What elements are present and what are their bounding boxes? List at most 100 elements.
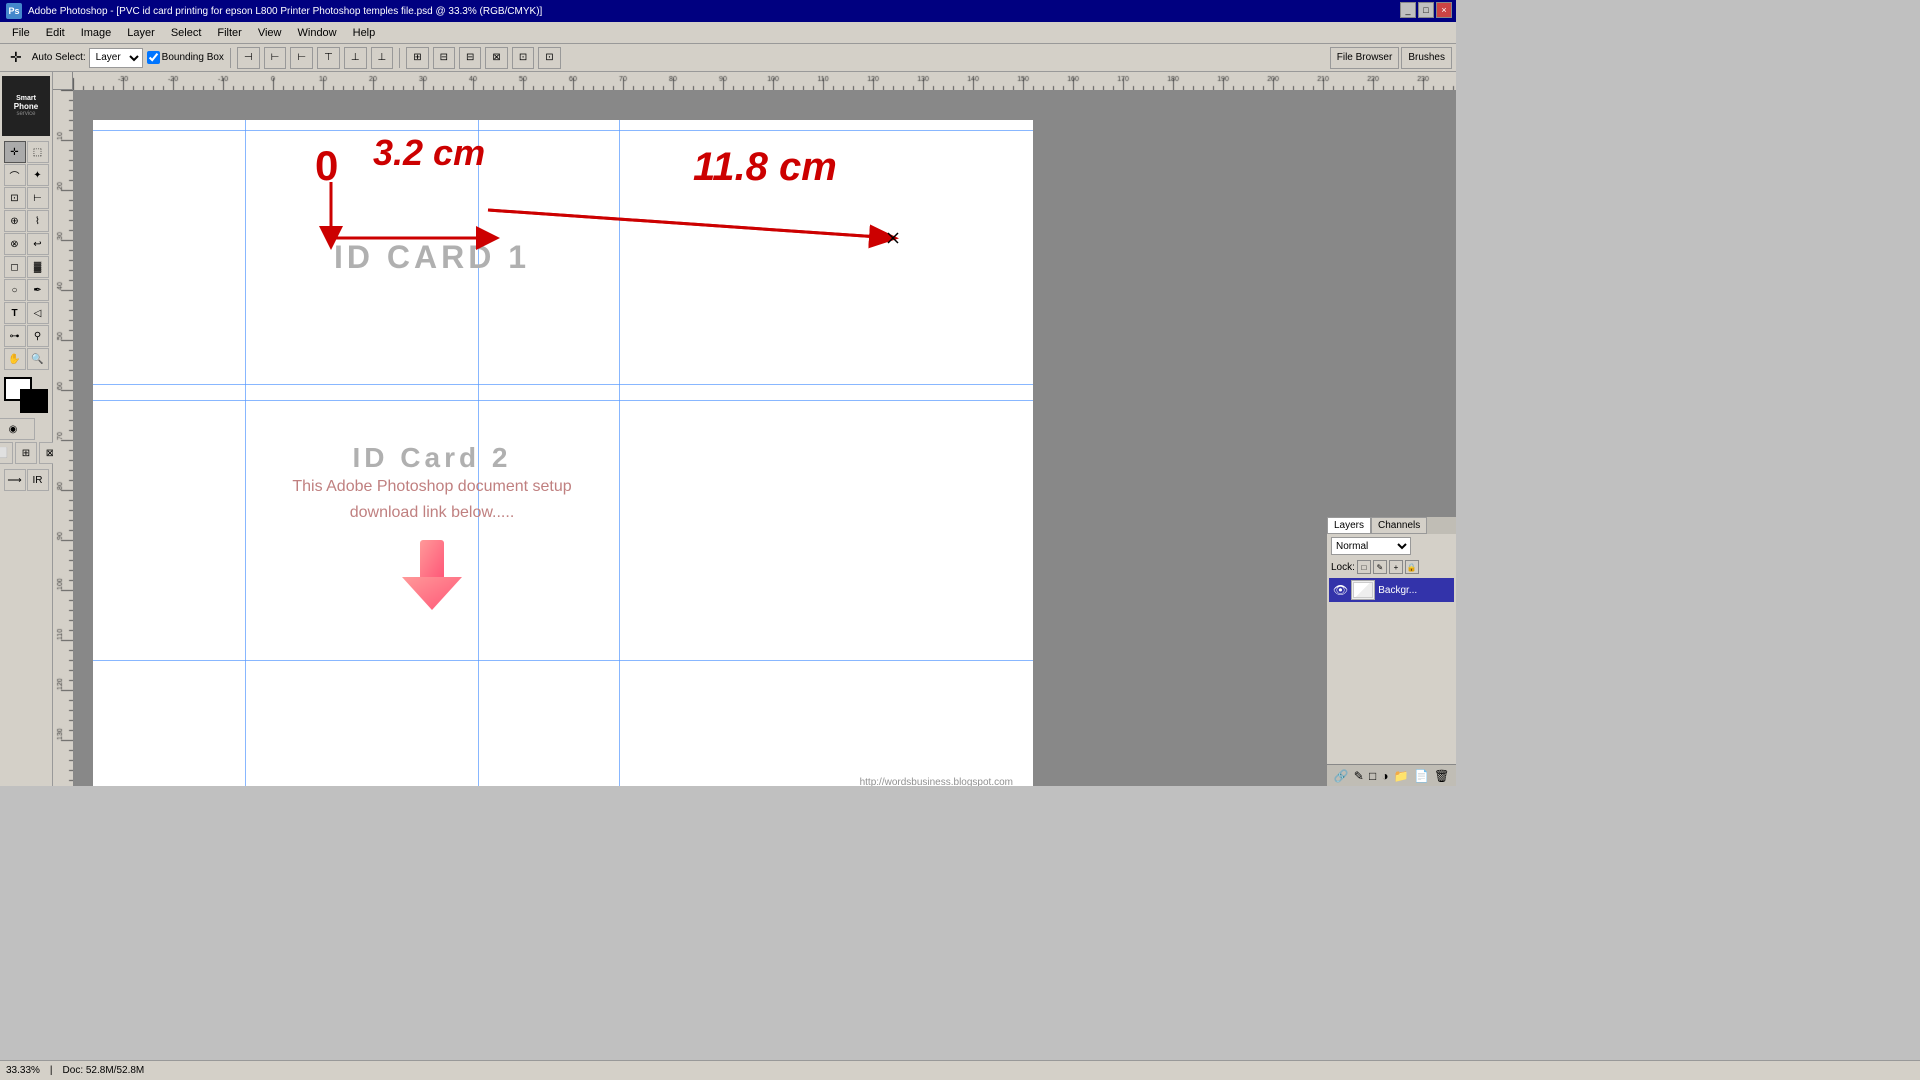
layers-tab[interactable]: Layers	[1327, 517, 1371, 534]
layer-background[interactable]: 👁 Backgr...	[1329, 578, 1454, 602]
new-layer-icon[interactable]: 📄	[1414, 769, 1429, 783]
layers-panel: Layers Channels Normal Multiply Screen O…	[1326, 516, 1456, 786]
minimize-button[interactable]: _	[1400, 2, 1416, 18]
move-tool[interactable]: ✛	[4, 141, 26, 163]
card1-label: ID CARD 1	[334, 239, 530, 276]
foreground-color[interactable]	[20, 389, 48, 413]
document: ID CARD 1 ID Card 2 This Adobe Photoshop…	[93, 120, 1033, 786]
layer-name: Backgr...	[1378, 585, 1417, 596]
bounding-box-checkbox[interactable]	[147, 51, 160, 64]
layer-style-icon[interactable]: ✎	[1354, 769, 1364, 783]
status-bar: 33.33% | Doc: 52.8M/52.8M	[0, 1060, 1920, 1080]
lock-all-icon[interactable]: 🔒	[1405, 560, 1419, 574]
delete-layer-icon[interactable]: 🗑	[1434, 769, 1449, 783]
layer-mask-icon[interactable]: □	[1369, 769, 1376, 783]
imageready-icon[interactable]: IR	[27, 469, 49, 491]
align-bottom-button[interactable]: ⊥	[371, 47, 394, 69]
slice-tool[interactable]: ⊢	[27, 187, 49, 209]
stamp-tool[interactable]: ⊗	[4, 233, 26, 255]
distribute-top-button[interactable]: ⊠	[485, 47, 507, 69]
move-tool-icon: ✛	[4, 47, 28, 69]
channels-tab[interactable]: Channels	[1371, 517, 1427, 534]
distribute-right-button[interactable]: ⊟	[459, 47, 481, 69]
lock-position-icon[interactable]: +	[1389, 560, 1403, 574]
history-tool[interactable]: ↩	[27, 233, 49, 255]
maximize-button[interactable]: □	[1418, 2, 1434, 18]
distribute-bottom-button[interactable]: ⊡	[538, 47, 560, 69]
layers-tabs: Layers Channels	[1327, 517, 1456, 534]
zoom-level: 33.33%	[6, 1065, 40, 1076]
brushes-tab[interactable]: Brushes	[1401, 47, 1452, 69]
overlay-line1: http://wordsbusiness.blogspot.com	[860, 777, 1013, 786]
brush-tool[interactable]: ⌇	[27, 210, 49, 232]
distribute-left-button[interactable]: ⊞	[406, 47, 428, 69]
auto-select-dropdown[interactable]: Layer Group	[89, 48, 143, 68]
menu-filter[interactable]: Filter	[209, 25, 249, 41]
gradient-tool[interactable]: ▓	[27, 256, 49, 278]
heal-tool[interactable]: ⊕	[4, 210, 26, 232]
selection-tool[interactable]: ⬚	[27, 141, 49, 163]
type-tool[interactable]: T	[4, 302, 26, 324]
notes-tool[interactable]: ⚲	[27, 325, 49, 347]
canvas-area[interactable]: ID CARD 1 ID Card 2 This Adobe Photoshop…	[53, 72, 1456, 786]
close-button[interactable]: ×	[1436, 2, 1452, 18]
jump-to-icon[interactable]: ⟶	[4, 469, 26, 491]
distribute-middle-button[interactable]: ⊡	[512, 47, 534, 69]
eraser-tool[interactable]: ◻	[4, 256, 26, 278]
color-selector[interactable]	[4, 377, 48, 413]
path-tool[interactable]: ◁	[27, 302, 49, 324]
menu-help[interactable]: Help	[345, 25, 384, 41]
card2-sublabel-2: download link below.....	[330, 500, 535, 526]
layer-adjustment-icon[interactable]: ◑	[1381, 769, 1388, 783]
quick-mask-icon[interactable]: ◉	[0, 418, 35, 440]
tool-row-8: T ◁	[4, 302, 49, 324]
lock-image-icon[interactable]: ✎	[1373, 560, 1387, 574]
menu-edit[interactable]: Edit	[38, 25, 73, 41]
menu-select[interactable]: Select	[163, 25, 210, 41]
bounding-box-label: Bounding Box	[147, 51, 224, 64]
lasso-tool[interactable]: ⌒	[4, 164, 26, 186]
layer-link-icon[interactable]: 🔗	[1334, 769, 1349, 783]
fullscreen-icon[interactable]: ⊞	[15, 442, 37, 464]
toolbar-separator	[230, 48, 231, 68]
align-middle-v-button[interactable]: ⊥	[344, 47, 367, 69]
crop-tool[interactable]: ⊡	[4, 187, 26, 209]
distribute-center-button[interactable]: ⊟	[433, 47, 455, 69]
eyedropper-tool[interactable]: ⊶	[4, 325, 26, 347]
ruler-h-canvas	[73, 72, 1456, 90]
view-mode-icons: ◉ ⬜ ⊞ ⊠	[0, 418, 61, 464]
ruler-v-canvas	[53, 90, 73, 786]
canvas-scroll[interactable]: ID CARD 1 ID Card 2 This Adobe Photoshop…	[73, 90, 1456, 786]
layer-visibility-icon[interactable]: 👁	[1333, 583, 1348, 597]
menu-view[interactable]: View	[250, 25, 290, 41]
blend-mode-row: Normal Multiply Screen Overlay	[1327, 534, 1456, 558]
app-icon: Ps	[6, 3, 22, 19]
standard-screen-icon[interactable]: ⬜	[0, 442, 13, 464]
toolbox-logo: Smart Phone service	[2, 76, 50, 136]
tool-row-2: ⌒ ✦	[4, 164, 49, 186]
align-top-button[interactable]: ⊤	[317, 47, 340, 69]
tool-row-4: ⊕ ⌇	[4, 210, 49, 232]
hand-tool[interactable]: ✋	[4, 348, 26, 370]
tool-row-9: ⊶ ⚲	[4, 325, 49, 347]
tool-row-1: ✛ ⬚	[4, 141, 49, 163]
menu-image[interactable]: Image	[73, 25, 120, 41]
id-card-2: ID Card 2 This Adobe Photoshop document …	[245, 400, 619, 660]
magic-wand-tool[interactable]: ✦	[27, 164, 49, 186]
layer-group-icon[interactable]: 📁	[1394, 769, 1409, 783]
menu-file[interactable]: File	[4, 25, 38, 41]
blend-mode-select[interactable]: Normal Multiply Screen Overlay	[1331, 537, 1411, 555]
auto-select-label: Auto Select:	[32, 52, 86, 63]
lock-label: Lock:	[1331, 562, 1355, 573]
align-center-h-button[interactable]: ⊢	[264, 47, 287, 69]
title-text: Adobe Photoshop - [PVC id card printing …	[28, 6, 542, 17]
menu-layer[interactable]: Layer	[119, 25, 163, 41]
dodge-tool[interactable]: ○	[4, 279, 26, 301]
lock-transparency-icon[interactable]: □	[1357, 560, 1371, 574]
align-right-button[interactable]: ⊢	[290, 47, 313, 69]
align-left-button[interactable]: ⊣	[237, 47, 260, 69]
file-browser-tab[interactable]: File Browser	[1330, 47, 1400, 69]
pen-tool[interactable]: ✒	[27, 279, 49, 301]
zoom-tool[interactable]: 🔍	[27, 348, 49, 370]
menu-window[interactable]: Window	[290, 25, 345, 41]
